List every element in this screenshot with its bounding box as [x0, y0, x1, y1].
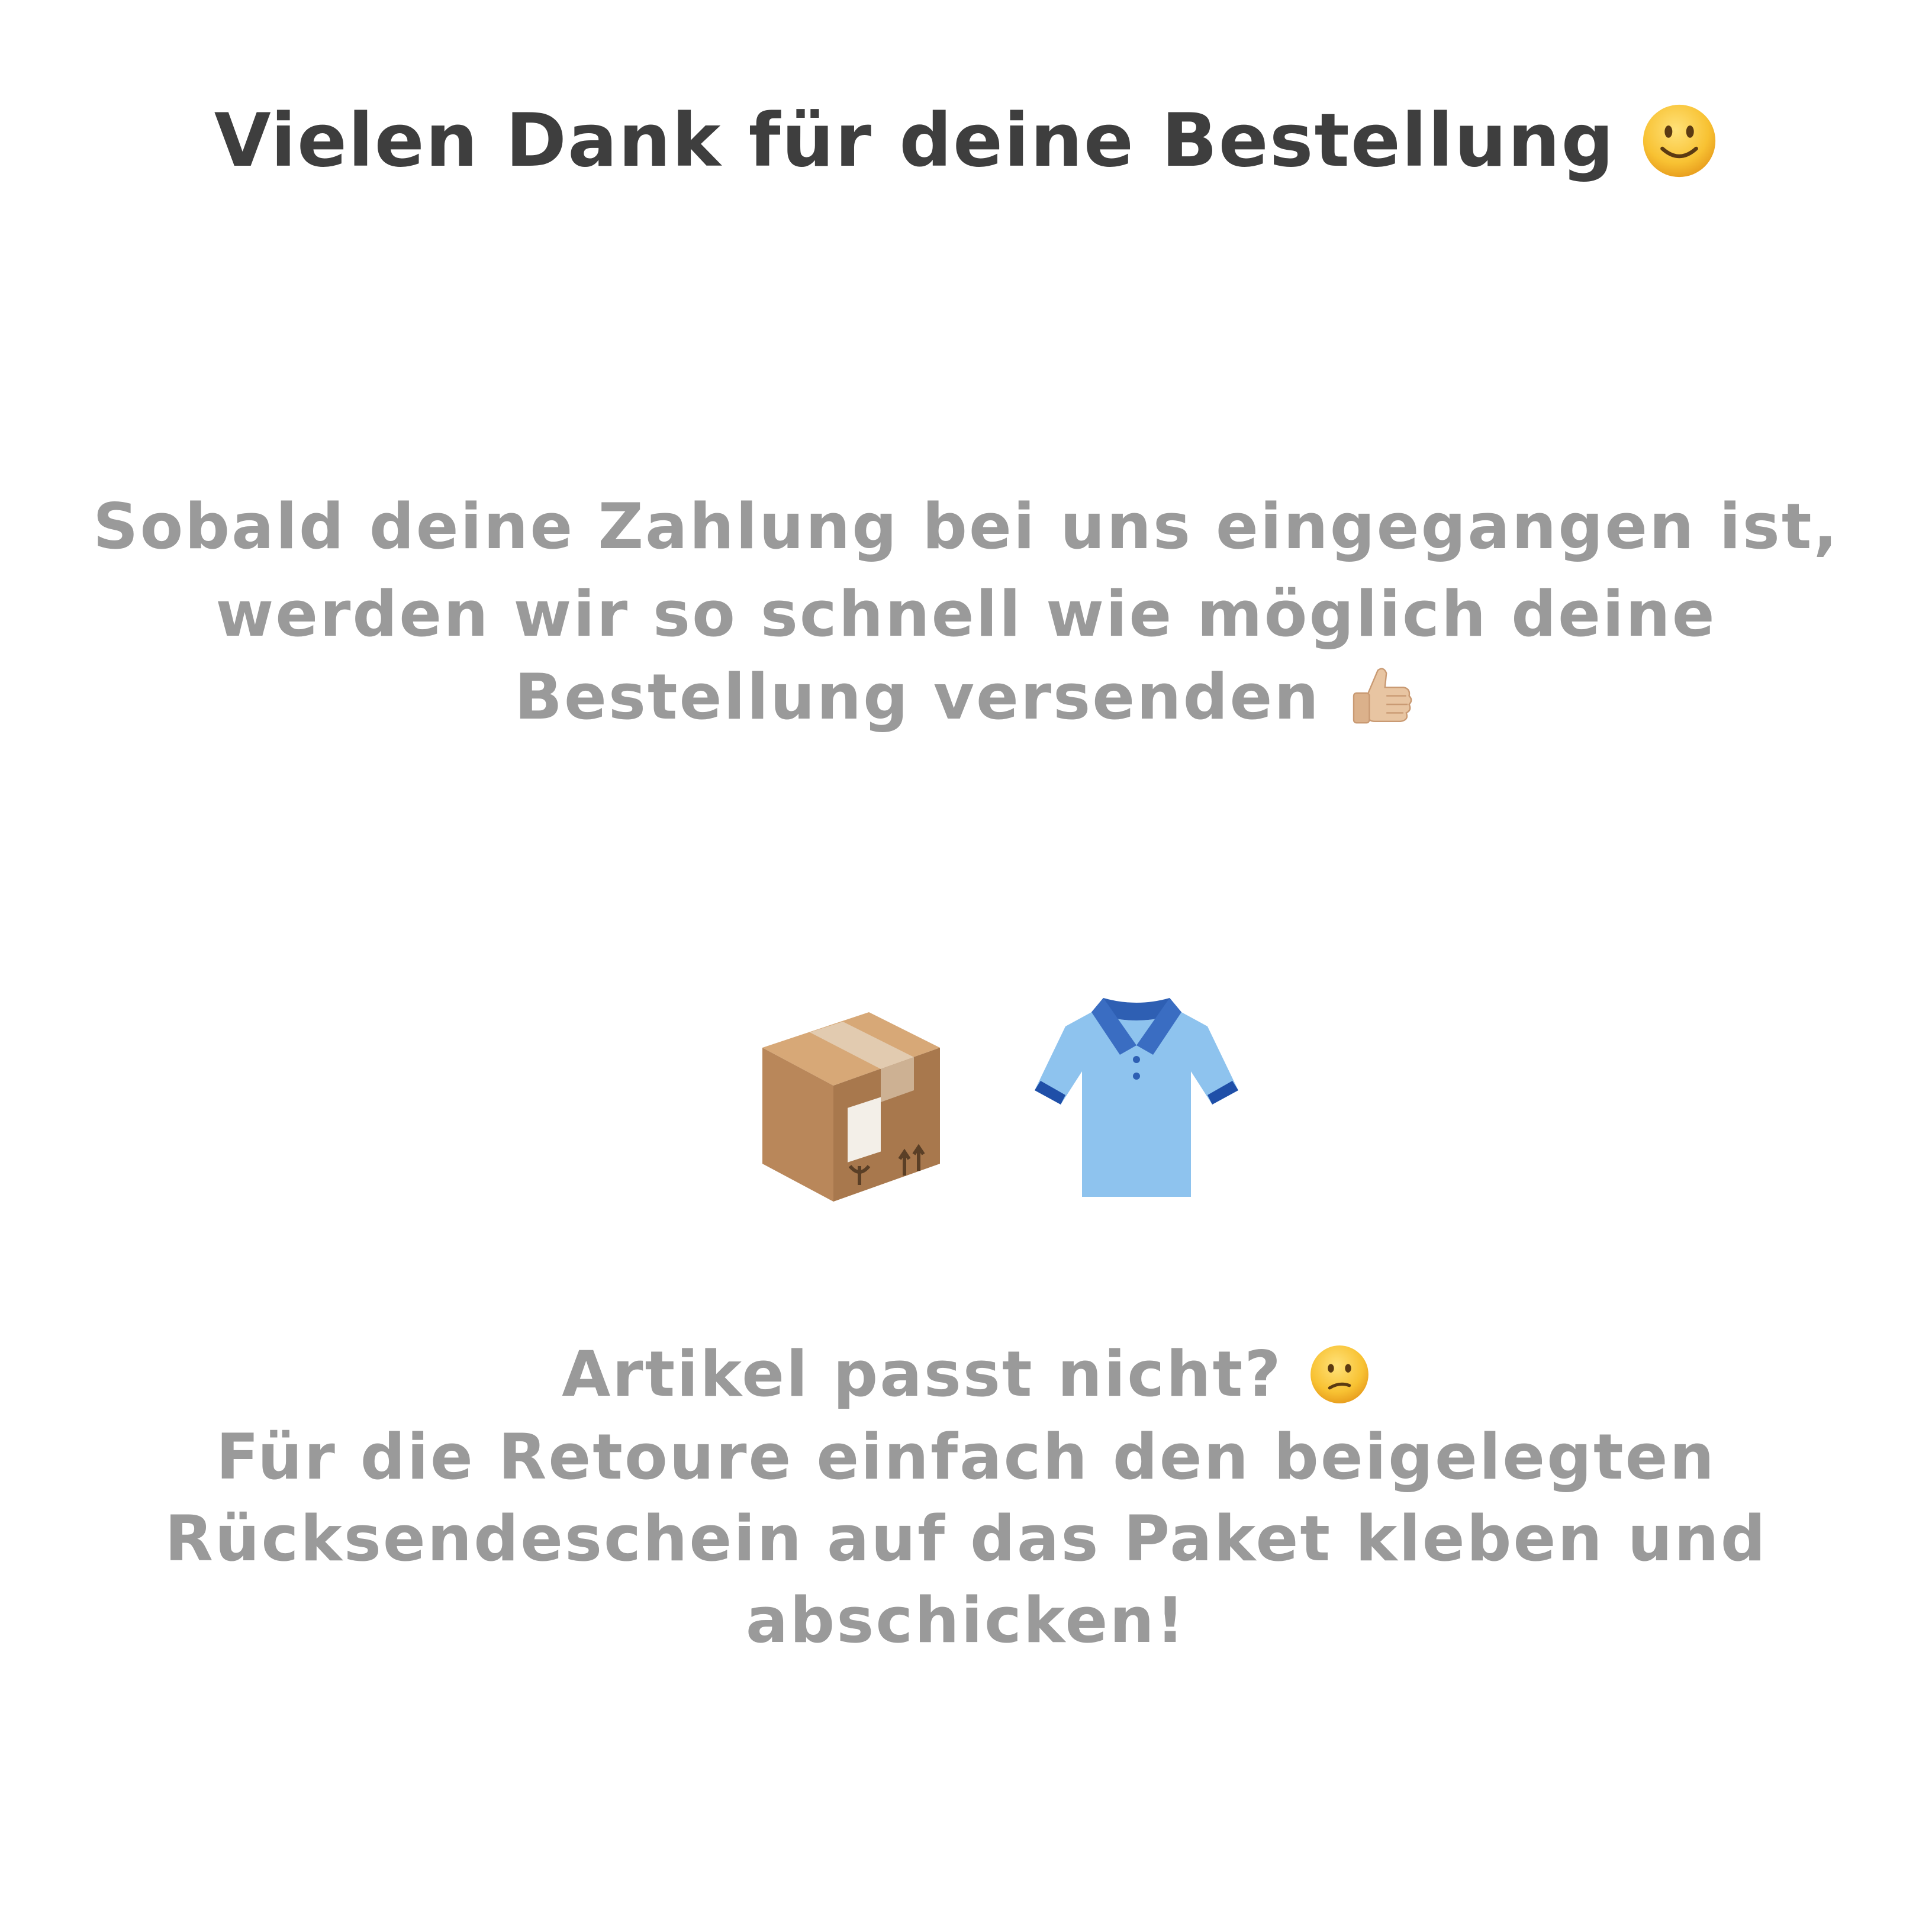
polo-shirt-icon	[1018, 977, 1255, 1216]
package-icon	[727, 977, 964, 1216]
payment-note-line-2: werden wir so schnell wie möglich deine	[215, 578, 1717, 651]
page-heading: Vielen Dank für deine Bestellung	[0, 99, 1932, 179]
confused-face-icon	[1309, 1339, 1370, 1405]
return-note-line-2: Rücksendeschein auf das Paket kleben und	[165, 1502, 1767, 1576]
return-note-line-3: abschicken!	[745, 1584, 1187, 1657]
payment-note-line-1: Sobald deine Zahlung bei uns eingegangen…	[93, 490, 1839, 564]
illustration	[0, 977, 1932, 1225]
heading-text: Vielen Dank für deine Bestellung	[214, 98, 1615, 183]
slightly-smiling-face-icon	[1641, 99, 1718, 179]
payment-note-line-3: Bestellung versenden	[0, 662, 1932, 733]
return-question: Artikel passt nicht?	[0, 1339, 1932, 1406]
return-note-line-1: Für die Retoure einfach den beigelegten	[216, 1421, 1716, 1494]
thumbs-up-icon	[1347, 662, 1418, 733]
